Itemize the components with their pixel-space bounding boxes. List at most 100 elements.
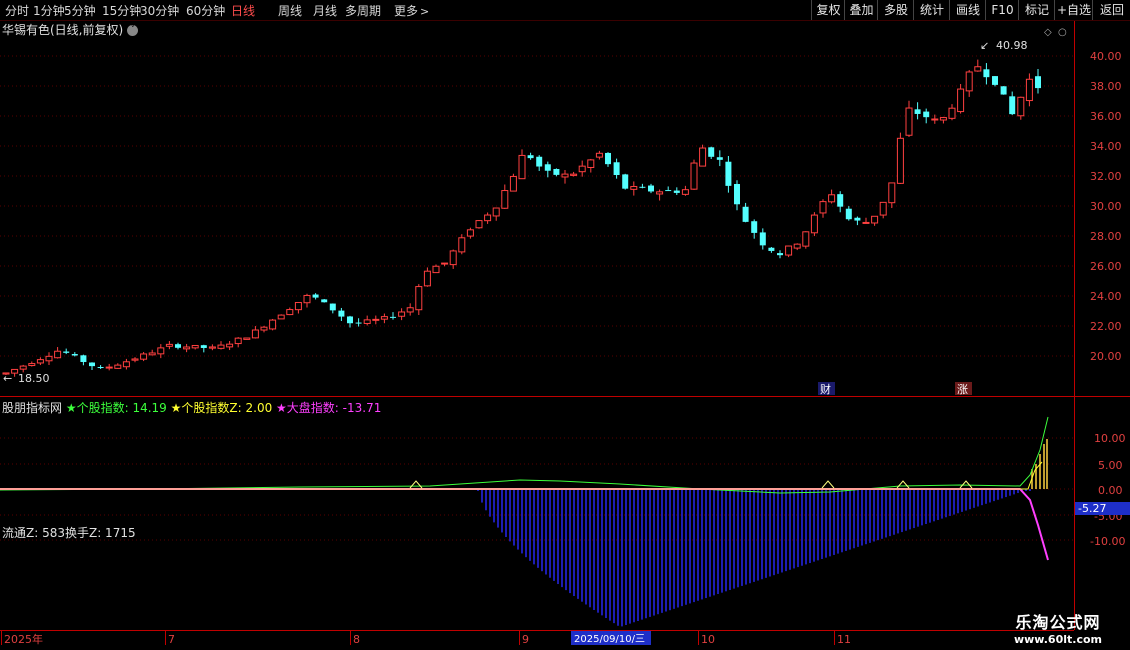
watermark-title: 乐淘公式网: [1015, 613, 1101, 632]
y-tick: 40.00: [1090, 50, 1122, 63]
finance-badge: 财: [820, 382, 831, 396]
candle-body: [768, 247, 775, 251]
candle-body: [347, 316, 353, 324]
candle-body: [605, 152, 611, 165]
candle-body: [286, 309, 294, 316]
high-arrow-icon: ↙: [980, 39, 989, 52]
indicator-y-tick: 10.00: [1094, 432, 1126, 445]
watermark: 乐淘公式网 www.60lt.com: [1014, 609, 1102, 646]
candle-body: [905, 107, 913, 136]
candle-body: [372, 318, 380, 321]
y-tick: 34.00: [1090, 140, 1122, 153]
candle-body: [140, 353, 148, 360]
signal-marker: [896, 480, 910, 489]
indicator-y-tick: -10.00: [1090, 535, 1125, 548]
candle-body: [321, 299, 328, 303]
x-tick: 11: [837, 633, 851, 646]
candle-body: [587, 159, 595, 168]
event-badges: 财 涨: [818, 382, 972, 396]
indicator-axis: 10.00 5.00 0.00 -5.00 -10.00 -5.27: [1075, 432, 1130, 548]
stock-chart[interactable]: 40.00 38.00 36.00 34.00 32.00 30.00 28.0…: [0, 0, 1130, 650]
candle-body: [914, 109, 921, 114]
candle-body: [363, 319, 371, 324]
x-tick: 2025年: [4, 632, 43, 646]
candle-body: [71, 354, 78, 356]
indicator-item-stock: ★个股指数: 14.19: [65, 401, 167, 415]
candle-body: [992, 76, 998, 85]
candle-body: [398, 311, 406, 317]
low-price-label: 18.50: [18, 372, 50, 385]
candle-body: [879, 201, 887, 216]
candle-body: [80, 355, 87, 363]
candle-body: [862, 221, 870, 224]
candle-body: [183, 346, 191, 350]
y-tick: 30.00: [1090, 200, 1122, 213]
candle-body: [208, 346, 216, 349]
y-tick: 26.00: [1090, 260, 1122, 273]
candle-body: [810, 214, 818, 234]
candle-body: [63, 351, 70, 353]
candle-body: [114, 364, 122, 369]
candle-body: [570, 173, 578, 176]
candle-body: [97, 367, 104, 369]
float-turnover-stats: 流通Z: 583换手Z: 1715: [2, 526, 136, 540]
indicator-y-tick: 0.00: [1098, 484, 1123, 497]
candle-body: [269, 319, 277, 330]
candle-body: [595, 152, 603, 158]
candle-body: [1017, 96, 1025, 117]
candle-body: [251, 329, 259, 339]
candle-body: [665, 190, 672, 192]
candle-body: [819, 201, 827, 214]
y-tick: 38.00: [1090, 80, 1122, 93]
candle-body: [751, 221, 758, 233]
candle-body: [89, 362, 95, 367]
candle-body: [871, 215, 879, 224]
candle-body: [148, 352, 156, 356]
candle-body: [191, 344, 199, 349]
candle-body: [759, 232, 766, 246]
candle-body: [527, 155, 534, 159]
candle-body: [260, 326, 268, 331]
candle-body: [613, 162, 620, 176]
indicator-item-market: ★大盘指数: -13.71: [276, 401, 382, 415]
candle-body: [777, 253, 783, 256]
candle-body: [131, 358, 139, 361]
price-axis: 40.00 38.00 36.00 34.00 32.00 30.00 28.0…: [1090, 50, 1122, 363]
x-tick: 7: [168, 633, 175, 646]
indicator-name[interactable]: 股朋指标网: [2, 401, 62, 415]
candle-body: [630, 186, 638, 190]
signal-marker: [409, 480, 423, 489]
candle-body: [854, 217, 861, 221]
candle-body: [939, 117, 947, 121]
candle-body: [390, 316, 396, 318]
candle-body: [303, 294, 311, 304]
candle-body: [432, 265, 440, 274]
candle-body: [793, 243, 801, 249]
stock-index-line: [0, 416, 1049, 494]
candle-body: [492, 207, 500, 217]
x-tick: 8: [353, 633, 360, 646]
candle-body: [380, 316, 388, 320]
candle-body: [845, 208, 852, 220]
candle-body: [544, 164, 551, 171]
rise-badge: 涨: [957, 383, 968, 396]
candle-body: [699, 147, 707, 167]
indicator-y-tick: 5.00: [1098, 459, 1123, 472]
candle-body: [553, 168, 560, 175]
signal-marker: [959, 480, 973, 489]
y-tick: 36.00: [1090, 110, 1122, 123]
candle-body: [475, 220, 483, 229]
candle-body: [828, 194, 836, 203]
candle-body: [716, 157, 723, 160]
candle-body: [226, 343, 234, 348]
candle-body: [837, 194, 844, 207]
candle-body: [217, 344, 225, 349]
candle-body: [1000, 86, 1007, 95]
candle-body: [11, 368, 19, 374]
candle-body: [948, 107, 956, 119]
diamond-icon: ◇: [1044, 27, 1052, 38]
x-tick: 10: [701, 633, 715, 646]
candle-body: [484, 214, 492, 222]
candle-body: [681, 189, 689, 195]
candle-body: [734, 183, 740, 205]
